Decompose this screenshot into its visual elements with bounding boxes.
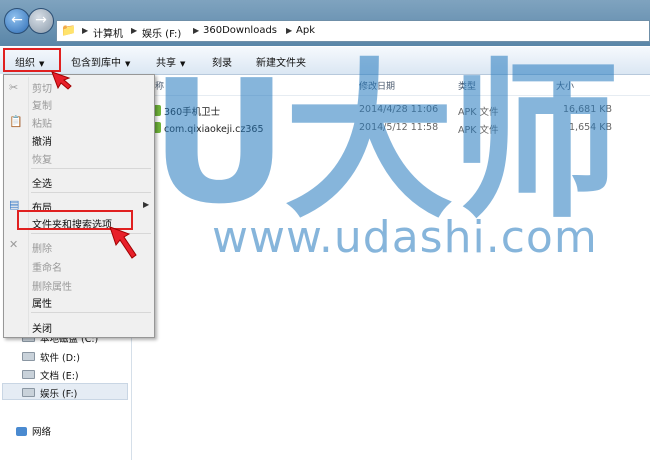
arrow-to-folder-options-icon bbox=[109, 226, 137, 259]
arrow-to-organize-icon bbox=[51, 71, 72, 90]
annotation-arrows bbox=[51, 71, 137, 259]
